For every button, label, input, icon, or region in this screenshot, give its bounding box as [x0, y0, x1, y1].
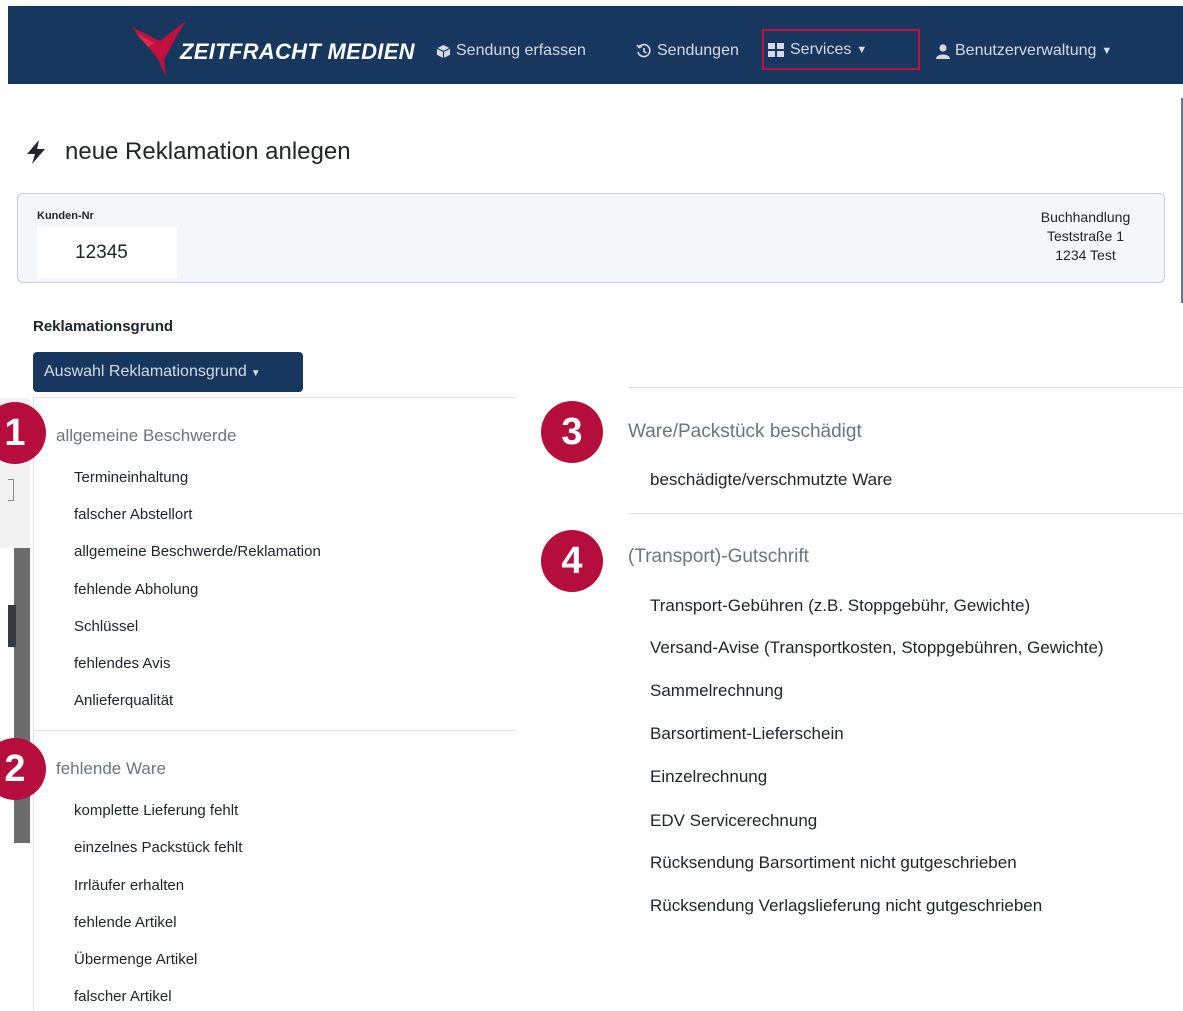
customer-number-field[interactable]: 12345 — [37, 227, 177, 278]
history-icon — [636, 43, 651, 58]
nav-sendung-erfassen[interactable]: Sendung erfassen — [436, 40, 586, 62]
option-ruecksendung-barsortiment[interactable]: Rücksendung Barsortiment nicht gutgeschr… — [650, 853, 1017, 873]
background-fragment — [8, 479, 14, 501]
option-edv-servicerechnung[interactable]: EDV Servicerechnung — [650, 811, 817, 831]
caret-down-icon: ▼ — [856, 43, 868, 56]
option-fehlendes-avis[interactable]: fehlendes Avis — [74, 655, 170, 672]
option-einzelnes-packstueck-fehlt[interactable]: einzelnes Packstück fehlt — [74, 839, 242, 856]
nav-label: Services — [790, 40, 852, 58]
option-termineinhaltung[interactable]: Termineinhaltung — [74, 469, 188, 486]
group-header-fehlende-ware: fehlende Ware — [56, 759, 166, 778]
page-title-text: neue Reklamation anlegen — [65, 138, 351, 165]
option-komplette-lieferung-fehlt[interactable]: komplette Lieferung fehlt — [74, 802, 238, 819]
option-uebermenge-artikel[interactable]: Übermenge Artikel — [74, 951, 197, 968]
option-anlieferqualitaet[interactable]: Anlieferqualität — [74, 692, 173, 709]
reason-dropdown-button[interactable]: Auswahl Reklamationsgrund ▼ — [33, 352, 303, 392]
background-block — [8, 605, 16, 647]
box-icon — [436, 44, 451, 58]
customer-number-label: Kunden-Nr — [37, 210, 94, 222]
grid-icon — [768, 42, 784, 57]
option-sammelrechnung[interactable]: Sammelrechnung — [650, 681, 783, 701]
reason-dropdown-menu: allgemeine Beschwerde Termineinhaltung f… — [33, 397, 516, 1011]
option-ruecksendung-verlagslieferung[interactable]: Rücksendung Verlagslieferung nicht gutge… — [650, 896, 1042, 916]
caret-down-icon: ▼ — [1101, 45, 1113, 57]
brand-name[interactable]: ZEITFRACHT MEDIEN — [180, 39, 415, 65]
bolt-icon — [27, 140, 45, 164]
address-line: Teststraße 1 — [1046, 228, 1125, 244]
option-transport-gebuehren[interactable]: Transport-Gebühren (z.B. Stoppgebühr, Ge… — [650, 596, 1030, 616]
caret-down-icon: ▼ — [250, 368, 261, 379]
nav-label: Sendung erfassen — [456, 42, 586, 59]
user-icon — [936, 43, 950, 59]
option-fehlende-abholung[interactable]: fehlende Abholung — [74, 581, 198, 598]
reason-button-label: Auswahl Reklamationsgrund — [44, 363, 247, 380]
nav-services[interactable]: Services ▼ — [762, 29, 920, 70]
option-falscher-artikel[interactable]: falscher Artikel — [74, 988, 172, 1005]
address-line: Buchhandlung — [1040, 209, 1131, 225]
nav-benutzerverwaltung[interactable]: Benutzerverwaltung ▼ — [936, 40, 1112, 62]
divider — [628, 513, 1183, 514]
group-header-ware-beschaedigt: Ware/Packstück beschädigt — [628, 421, 862, 442]
page-title: neue Reklamation anlegen — [25, 138, 351, 166]
callout-badge-3: 3 — [541, 401, 603, 463]
nav-label: Sendungen — [657, 42, 739, 59]
top-navbar: ZEITFRACHT MEDIEN Sendung erfassen Sendu… — [8, 6, 1183, 84]
option-barsortiment-lieferschein[interactable]: Barsortiment-Lieferschein — [650, 724, 844, 744]
option-irrlaeufer-erhalten[interactable]: Irrläufer erhalten — [74, 877, 184, 894]
divider — [628, 387, 1183, 388]
reason-label: Reklamationsgrund — [33, 318, 174, 335]
divider — [34, 730, 516, 731]
option-allgemeine-beschwerde-reklamation[interactable]: allgemeine Beschwerde/Reklamation — [74, 543, 321, 560]
option-schluessel[interactable]: Schlüssel — [74, 618, 138, 635]
nav-label: Benutzerverwaltung — [955, 42, 1097, 59]
option-beschaedigte-ware[interactable]: beschädigte/verschmutzte Ware — [650, 470, 892, 490]
group-header-allgemeine-beschwerde: allgemeine Beschwerde — [56, 426, 237, 445]
customer-address: Buchhandlung Teststraße 1 1234 Test — [1018, 208, 1153, 265]
option-fehlende-artikel[interactable]: fehlende Artikel — [74, 914, 177, 931]
option-versand-avise[interactable]: Versand-Avise (Transportkosten, Stoppgeb… — [650, 638, 1104, 658]
nav-sendungen[interactable]: Sendungen — [636, 40, 739, 62]
customer-card: Kunden-Nr 12345 Buchhandlung Teststraße … — [17, 193, 1165, 283]
address-line: 1234 Test — [1055, 247, 1116, 263]
group-header-transport-gutschrift: (Transport)-Gutschrift — [628, 546, 809, 567]
option-falscher-abstellort[interactable]: falscher Abstellort — [74, 506, 192, 523]
callout-badge-4: 4 — [541, 530, 603, 592]
option-einzelrechnung[interactable]: Einzelrechnung — [650, 767, 767, 787]
